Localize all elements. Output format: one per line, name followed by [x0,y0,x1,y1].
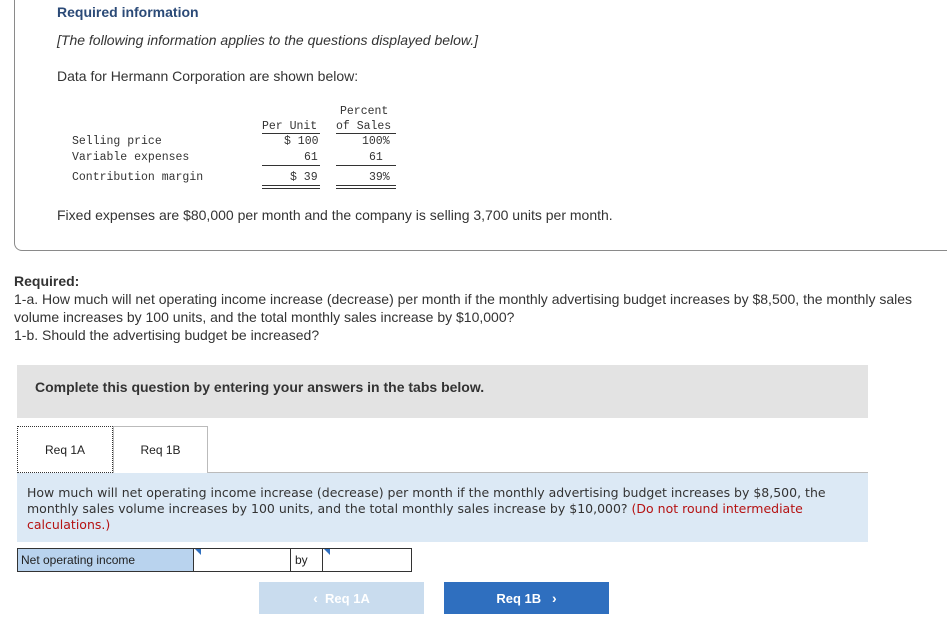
tab-req-1a[interactable]: Req 1A [17,426,113,473]
row-percent: 61 [369,151,383,164]
row-label: Selling price [72,135,162,148]
header-per-unit: Per Unit [262,120,318,133]
instruction-text: Complete this question by entering your … [35,379,485,395]
row-label: Variable expenses [72,151,190,164]
row-per-unit: 61 [304,151,318,164]
by-label: by [291,548,323,572]
input-flag-icon [324,549,330,555]
next-button-label: Req 1B [496,590,542,606]
row-percent: 100% [362,135,390,148]
answer-label: Net operating income [17,548,194,572]
required-heading: Required: [14,273,80,289]
row-label: Contribution margin [72,171,204,184]
required-section: Required: 1-a. How much will net operati… [14,272,947,344]
instruction-bar: Complete this question by entering your … [17,365,868,418]
amount-input[interactable] [323,548,412,572]
row-per-unit: $ 39 [290,171,318,184]
chevron-left-icon: ‹ [313,590,318,606]
fixed-expenses-text: Fixed expenses are $80,000 per month and… [57,207,613,223]
question-text: How much will net operating income incre… [27,485,847,533]
required-info-title: Required information [57,4,199,20]
tab-req-1b[interactable]: Req 1B [113,426,208,473]
select-flag-icon [195,549,201,555]
question-panel: How much will net operating income incre… [17,473,868,542]
next-button[interactable]: Req 1B › [444,582,609,614]
row-per-unit: $ 100 [284,135,319,148]
row-percent: 39% [369,171,390,184]
prev-button-label: Req 1A [325,590,370,606]
question-1a: 1-a. How much will net operating income … [14,291,913,325]
required-info-subtitle: [The following information applies to th… [57,32,479,48]
header-percent: Percent [340,105,389,118]
chevron-right-icon: › [551,590,557,606]
answer-select[interactable] [194,548,291,572]
data-intro: Data for Hermann Corporation are shown b… [57,68,359,84]
question-1b: 1-b. Should the advertising budget be in… [14,327,320,343]
prev-button[interactable]: ‹ Req 1A [259,582,424,614]
header-of-sales: of Sales [336,120,392,133]
